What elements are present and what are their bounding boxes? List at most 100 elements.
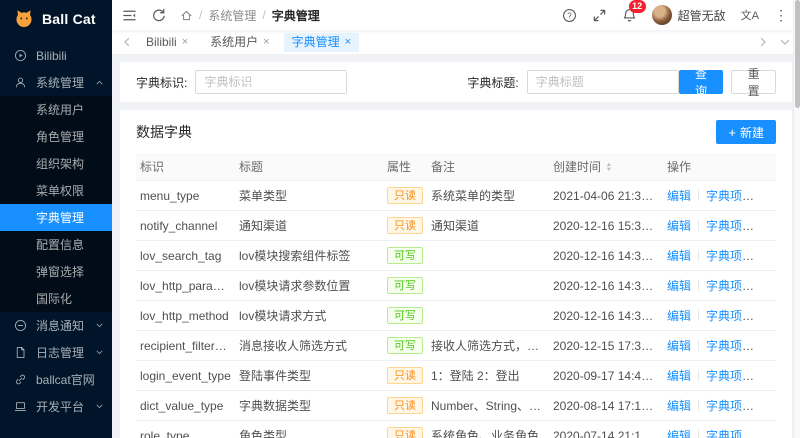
cell-remark <box>427 270 549 301</box>
edit-link[interactable]: 编辑 <box>667 429 691 438</box>
action-divider <box>698 250 700 261</box>
sidebar-item-dict[interactable]: 字典管理 <box>0 204 112 231</box>
create-button[interactable]: + 新建 <box>716 120 776 144</box>
cell-remark <box>427 300 549 331</box>
edit-link[interactable]: 编辑 <box>667 219 691 233</box>
column-header: 创建时间 ▲ ▼ <box>549 153 663 181</box>
tabs-scroll-right-icon[interactable] <box>758 37 768 47</box>
delete-link[interactable]: 删除 <box>757 309 776 323</box>
page-scrollbar[interactable] <box>793 0 800 438</box>
dict-items-link[interactable]: 字典项 <box>706 369 754 383</box>
column-header: 标题 <box>235 153 383 181</box>
tab-Bilibili[interactable]: Bilibili × <box>138 33 196 52</box>
sidebar-item-dev[interactable]: 开发平台 <box>0 393 112 420</box>
tab-close-icon[interactable]: × <box>263 33 269 52</box>
dict-items-link[interactable]: 字典项 <box>706 339 754 353</box>
menu-fold-icon[interactable] <box>122 8 137 23</box>
sidebar-item-lov[interactable]: 弹窗选择 <box>0 258 112 285</box>
dict-items-link[interactable]: 字典项 <box>706 219 754 233</box>
edit-link[interactable]: 编辑 <box>667 399 691 413</box>
sidebar-item-bilibili[interactable]: Bilibili <box>0 42 112 69</box>
dict-items-link[interactable]: 字典项 <box>706 309 754 323</box>
sidebar-item-organization[interactable]: 组织架构 <box>0 150 112 177</box>
action-divider <box>698 400 700 411</box>
attr-tag: 只读 <box>387 217 423 234</box>
tabs-scroll-left-icon[interactable] <box>122 37 132 47</box>
dict-items-link[interactable]: 字典项 <box>706 429 754 438</box>
edit-link[interactable]: 编辑 <box>667 189 691 203</box>
dict-title-input[interactable] <box>526 70 679 94</box>
sidebar-item-notice[interactable]: 消息通知 <box>0 312 112 339</box>
user-menu[interactable]: 超管无敌 <box>651 5 726 25</box>
notifications[interactable]: 12 <box>622 0 646 23</box>
tab-close-icon[interactable]: × <box>182 33 188 52</box>
more-options-icon[interactable]: ⋮ <box>774 8 788 22</box>
delete-link[interactable]: 删除 <box>757 219 776 233</box>
cell-attr: 可写 <box>383 240 427 271</box>
action-divider <box>698 190 700 201</box>
translate-icon[interactable]: 文A <box>741 7 759 23</box>
sidebar-item-role[interactable]: 角色管理 <box>0 123 112 150</box>
tab-系统用户[interactable]: 系统用户 × <box>202 33 277 52</box>
help-icon[interactable]: ? <box>562 8 577 23</box>
sidebar-item-config[interactable]: 配置信息 <box>0 231 112 258</box>
cell-attr: 可写 <box>383 270 427 301</box>
delete-link[interactable]: 删除 <box>757 249 776 263</box>
sidebar-item-log[interactable]: 日志管理 <box>0 339 112 366</box>
dict-items-link[interactable]: 字典项 <box>706 279 754 293</box>
cell-remark <box>427 240 549 271</box>
sidebar-item-i18n[interactable]: 国际化 <box>0 285 112 312</box>
cell-actions: 编辑 字典项删除 <box>663 240 776 271</box>
delete-link[interactable]: 删除 <box>757 339 776 353</box>
sidebar-item-label: 配置信息 <box>36 238 85 252</box>
refresh-icon[interactable] <box>151 8 166 23</box>
cell-remark: Number、String、Boolean <box>427 390 549 421</box>
sidebar-item-system[interactable]: 系统管理 <box>0 69 112 96</box>
dict-items-link[interactable]: 字典项 <box>706 399 754 413</box>
delete-link[interactable]: 删除 <box>757 399 776 413</box>
delete-link[interactable]: 删除 <box>757 429 776 438</box>
chevron-up-icon <box>95 78 104 87</box>
breadcrumb-parent[interactable]: 系统管理 <box>208 7 256 24</box>
top-header: / 系统管理 / 字典管理 ? 12 超管无敌 文A ⋮ <box>112 0 800 30</box>
tab-字典管理[interactable]: 字典管理 × <box>283 32 360 52</box>
edit-link[interactable]: 编辑 <box>667 279 691 293</box>
tabs-menu-icon[interactable] <box>780 37 790 47</box>
home-icon[interactable] <box>180 9 193 22</box>
fullscreen-icon[interactable] <box>592 8 607 23</box>
sidebar-item-system-user[interactable]: 系统用户 <box>0 96 112 123</box>
delete-link[interactable]: 删除 <box>757 369 776 383</box>
tab-close-icon[interactable]: × <box>345 33 351 52</box>
delete-link[interactable]: 删除 <box>757 189 776 203</box>
edit-link[interactable]: 编辑 <box>667 339 691 353</box>
cell-dict-title: 角色类型 <box>235 420 383 438</box>
sidebar-item-website[interactable]: ballcat官网 <box>0 366 112 393</box>
search-form-card: 字典标识: 字典标题: 查 询 重 置 <box>120 62 792 102</box>
column-header: 标识 <box>136 153 235 181</box>
delete-link[interactable]: 删除 <box>757 279 776 293</box>
cell-attr: 只读 <box>383 180 427 211</box>
tab-label: 字典管理 <box>291 34 340 49</box>
edit-link[interactable]: 编辑 <box>667 369 691 383</box>
column-header: 备注 <box>427 153 549 181</box>
app-logo[interactable]: Ball Cat <box>0 0 112 38</box>
attr-tag: 可写 <box>387 307 423 324</box>
scrollbar-thumb[interactable] <box>795 0 800 108</box>
dict-code-input[interactable] <box>195 70 348 94</box>
tab-label: Bilibili <box>146 34 177 49</box>
sort-icon[interactable]: ▲ ▼ <box>605 162 612 173</box>
edit-link[interactable]: 编辑 <box>667 309 691 323</box>
cell-remark: 1：登陆 2：登出 <box>427 360 549 391</box>
dict-items-link[interactable]: 字典项 <box>706 189 754 203</box>
cell-created-time: 2020-12-16 14:36:28 <box>549 240 663 271</box>
cell-dict-title: 通知渠道 <box>235 210 383 241</box>
sidebar-item-menu-permission[interactable]: 菜单权限 <box>0 177 112 204</box>
cell-dict-title: lov模块请求参数位置 <box>235 270 383 301</box>
edit-link[interactable]: 编辑 <box>667 249 691 263</box>
chevron-down-icon <box>95 321 104 330</box>
reset-button[interactable]: 重 置 <box>731 67 776 98</box>
query-button[interactable]: 查 询 <box>678 67 724 98</box>
attr-tag: 可写 <box>387 247 423 264</box>
attr-tag: 可写 <box>387 277 423 294</box>
dict-items-link[interactable]: 字典项 <box>706 249 754 263</box>
